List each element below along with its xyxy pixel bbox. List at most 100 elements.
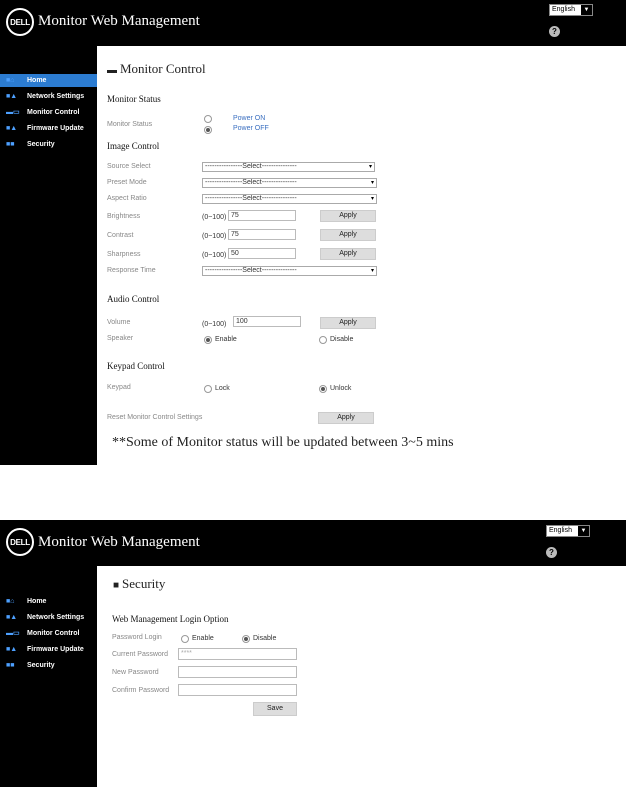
home-icon: ■⌂ — [6, 77, 15, 84]
confirm-password-input[interactable] — [178, 684, 297, 696]
sidebar-item-network-settings[interactable]: ■▲ Network Settings — [0, 90, 97, 103]
volume-label: Volume — [107, 319, 131, 326]
app-title: Monitor Web Management — [38, 13, 200, 29]
new-password-input[interactable] — [178, 666, 297, 678]
sidebar-item-label: Network Settings — [27, 93, 85, 100]
update-note: **Some of Monitor status will be updated… — [112, 435, 454, 450]
monitor-icon: ▬▭ — [6, 109, 20, 116]
sharpness-apply-button[interactable]: Apply — [320, 248, 376, 260]
volume-input[interactable]: 100 — [233, 316, 301, 327]
sidebar-item-label: Firmware Update — [27, 125, 84, 132]
monitor-status-label: Monitor Status — [107, 121, 153, 128]
power-off-label: Power OFF — [233, 125, 269, 132]
brightness-apply-button[interactable]: Apply — [320, 210, 376, 222]
sidebar-item-firmware-update[interactable]: ■▲ Firmware Update — [0, 643, 97, 656]
aspect-ratio-select[interactable]: ----------------Select--------------- ▾ — [202, 194, 377, 204]
password-login-label: Password Login — [112, 634, 162, 641]
lock-icon: ■■ — [6, 141, 15, 148]
sidebar-item-label: Home — [27, 77, 47, 84]
sidebar-item-label: Home — [27, 598, 47, 605]
brightness-label: Brightness — [107, 213, 141, 220]
contrast-range: (0~100) — [202, 233, 227, 240]
sidebar: ■⌂ Home ■▲ Network Settings ▬▭ Monitor C… — [0, 566, 97, 787]
speaker-enable-radio[interactable] — [204, 336, 212, 344]
chevron-down-icon: ▾ — [370, 196, 374, 202]
chevron-down-icon: ▾ — [370, 180, 374, 186]
sidebar-item-monitor-control[interactable]: ▬▭ Monitor Control — [0, 627, 97, 640]
page-title: ▬ Monitor Control — [107, 61, 206, 76]
sidebar-item-home[interactable]: ■⌂ Home — [0, 595, 97, 608]
contrast-apply-button[interactable]: Apply — [320, 229, 376, 241]
preset-mode-label: Preset Mode — [107, 179, 147, 186]
password-login-enable-radio[interactable] — [181, 635, 189, 643]
power-on-label: Power ON — [233, 115, 266, 122]
sidebar-item-label: Monitor Control — [27, 630, 80, 637]
image-control-heading: Image Control — [107, 141, 160, 151]
language-select[interactable]: English ▼ — [546, 525, 590, 537]
monitor-icon: ▬ — [107, 65, 117, 76]
keypad-lock-label: Lock — [215, 385, 230, 392]
network-icon: ■▲ — [6, 614, 18, 621]
keypad-unlock-radio[interactable] — [319, 385, 327, 393]
keypad-unlock-label: Unlock — [330, 385, 352, 392]
keypad-label: Keypad — [107, 384, 131, 391]
keypad-lock-radio[interactable] — [204, 385, 212, 393]
help-icon[interactable]: ? — [549, 26, 560, 37]
audio-control-heading: Audio Control — [107, 294, 160, 304]
aspect-ratio-label: Aspect Ratio — [107, 195, 147, 202]
monitor-control-screen: DELL Monitor Web Management English ▼ ? … — [0, 0, 626, 465]
sidebar-item-home[interactable]: ■⌂ Home — [0, 74, 97, 87]
sidebar: ■⌂ Home ■▲ Network Settings ▬▭ Monitor C… — [0, 46, 97, 465]
power-on-radio[interactable] — [204, 115, 212, 123]
chevron-down-icon: ▼ — [578, 526, 589, 536]
page-title: ■ Security — [113, 576, 166, 591]
source-select[interactable]: ----------------Select--------------- ▾ — [202, 162, 375, 172]
dell-logo: DELL — [6, 8, 34, 36]
language-select[interactable]: English ▼ — [549, 4, 593, 16]
sidebar-item-firmware-update[interactable]: ■▲ Firmware Update — [0, 122, 97, 135]
sidebar-item-network-settings[interactable]: ■▲ Network Settings — [0, 611, 97, 624]
volume-apply-button[interactable]: Apply — [320, 317, 376, 329]
sidebar-item-label: Network Settings — [27, 614, 85, 621]
chevron-down-icon: ▾ — [370, 268, 374, 274]
keypad-control-heading: Keypad Control — [107, 361, 165, 371]
sidebar-item-monitor-control[interactable]: ▬▭ Monitor Control — [0, 106, 97, 119]
sidebar-item-security[interactable]: ■■ Security — [0, 659, 97, 672]
lock-icon: ■ — [113, 580, 120, 591]
reset-apply-button[interactable]: Apply — [318, 412, 374, 424]
help-icon[interactable]: ? — [546, 547, 557, 558]
upload-icon: ■▲ — [6, 125, 18, 132]
current-password-label: Current Password — [112, 651, 169, 658]
main-content: ■ Security Web Management Login Option Pa… — [97, 566, 626, 787]
volume-range: (0~100) — [202, 321, 227, 328]
source-select-label: Source Select — [107, 163, 151, 170]
password-login-enable-label: Enable — [192, 635, 214, 642]
contrast-input[interactable]: 75 — [228, 229, 296, 240]
upload-icon: ■▲ — [6, 646, 18, 653]
reset-settings-label: Reset Monitor Control Settings — [107, 414, 203, 421]
speaker-disable-radio[interactable] — [319, 336, 327, 344]
contrast-label: Contrast — [107, 232, 134, 239]
password-login-disable-radio[interactable] — [242, 635, 250, 643]
brightness-input[interactable]: 75 — [228, 210, 296, 221]
response-time-select[interactable]: ----------------Select--------------- ▾ — [202, 266, 377, 276]
sharpness-range: (0~100) — [202, 252, 227, 259]
sidebar-item-security[interactable]: ■■ Security — [0, 138, 97, 151]
sidebar-item-label: Security — [27, 662, 55, 669]
save-button[interactable]: Save — [253, 702, 297, 716]
power-off-radio[interactable] — [204, 126, 212, 134]
header-bar: DELL Monitor Web Management English ▼ ? — [0, 520, 626, 566]
confirm-password-label: Confirm Password — [112, 687, 170, 694]
chevron-down-icon: ▾ — [368, 164, 372, 170]
current-password-input[interactable]: **** — [178, 648, 297, 660]
sidebar-item-label: Firmware Update — [27, 646, 84, 653]
network-icon: ■▲ — [6, 93, 18, 100]
sharpness-input[interactable]: 50 — [228, 248, 296, 259]
home-icon: ■⌂ — [6, 598, 15, 605]
monitor-status-heading: Monitor Status — [107, 94, 161, 104]
preset-mode-select[interactable]: ----------------Select--------------- ▾ — [202, 178, 377, 188]
app-title: Monitor Web Management — [38, 534, 200, 550]
lock-icon: ■■ — [6, 662, 15, 669]
language-value: English — [552, 6, 575, 13]
chevron-down-icon: ▼ — [581, 5, 592, 15]
